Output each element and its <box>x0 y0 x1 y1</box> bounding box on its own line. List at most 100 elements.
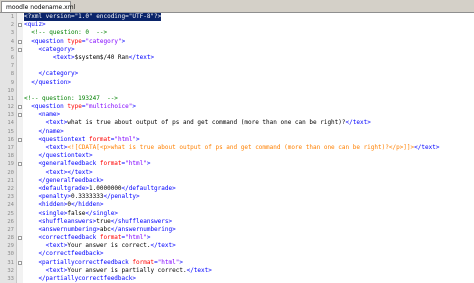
line-number: 15 <box>7 128 14 135</box>
code-text: <text>Your answer is correct.</text> <box>24 242 176 250</box>
code-line[interactable]: 21 </generalfeedback> <box>0 177 474 185</box>
code-line[interactable]: 18 </questiontext> <box>0 152 474 160</box>
code-line[interactable]: 19 <generalfeedback format="html"> <box>0 160 474 168</box>
fold-toggle-icon[interactable] <box>18 47 22 52</box>
code-line[interactable]: 23 <penalty>0.3333333</penalty> <box>0 193 474 201</box>
code-line[interactable]: 17 <text><![CDATA[<p>what is true about … <box>0 144 474 152</box>
code-token: <question <box>24 103 68 111</box>
code-line[interactable]: 8 </category> <box>0 70 474 78</box>
code-line[interactable]: 5 <category> <box>0 46 474 54</box>
code-line[interactable]: 29 <text>Your answer is correct.</text> <box>0 242 474 250</box>
code-line[interactable]: 22 <defaultgrade>1.0000000</defaultgrade… <box>0 185 474 193</box>
code-line[interactable]: 3 <!-- question: 0 --> <box>0 29 474 37</box>
code-token: <text> <box>24 242 68 250</box>
code-line[interactable]: 20 <text></text> <box>0 169 474 177</box>
code-token: <text> <box>24 266 68 274</box>
code-token: format <box>99 234 122 242</box>
code-line[interactable]: 31 <partiallycorrectfeedback format="htm… <box>0 259 474 267</box>
code-token: format <box>99 160 122 168</box>
line-number: 10 <box>7 87 14 94</box>
fold-toggle-icon[interactable] <box>18 23 22 28</box>
code-line[interactable]: 10 <box>0 87 474 95</box>
code-line[interactable]: 14 <text>what is true about output of ps… <box>0 119 474 127</box>
code-token: $system$/40 Ran <box>74 53 129 61</box>
code-text: <penalty>0.3333333</penalty> <box>24 193 140 201</box>
line-number: 18 <box>7 153 14 160</box>
code-token: </hidden> <box>70 201 104 209</box>
code-line[interactable]: 15 </name> <box>0 128 474 136</box>
code-text: <text></text> <box>24 169 93 177</box>
fold-toggle-icon[interactable] <box>18 113 22 118</box>
code-text: <hidden>0</hidden> <box>24 201 104 209</box>
code-token: </correctfeedback> <box>24 250 104 258</box>
line-number: 13 <box>7 112 14 119</box>
code-line[interactable]: 16 <questiontext format="html"> <box>0 136 474 144</box>
fold-toggle-icon[interactable] <box>18 162 22 167</box>
fold-toggle-icon[interactable] <box>18 236 22 241</box>
code-token: > <box>179 258 183 266</box>
code-line[interactable]: 12 <question type="multichoice"> <box>0 103 474 111</box>
code-token: <!-- question: 0 --> <box>24 29 108 37</box>
code-text: <!-- question: 0 --> <box>24 29 107 37</box>
fold-toggle-icon[interactable] <box>18 39 22 44</box>
code-line[interactable]: 6 <text>$system$/40 Ran</text> <box>0 54 474 62</box>
code-token: > <box>136 135 140 143</box>
code-token: </text> <box>128 53 155 61</box>
code-line[interactable]: 1 <?xml version="1.0" encoding="UTF-8"?> <box>0 13 474 22</box>
code-line[interactable]: 25 <single>false</single> <box>0 210 474 218</box>
code-token: > <box>146 234 151 242</box>
code-token: <?xml version="1.0" encoding="UTF-8"?> <box>24 13 162 20</box>
code-token: <text> <box>24 119 68 127</box>
code-line[interactable]: 27 <answernumbering>abc</answernumbering… <box>0 226 474 234</box>
code-text: <quiz> <box>24 21 46 29</box>
code-text: </name> <box>24 128 63 136</box>
file-tab[interactable]: moodle nodename.xml <box>1 1 75 12</box>
code-line[interactable]: 24 <hidden>0</hidden> <box>0 201 474 209</box>
line-number: 11 <box>7 95 14 102</box>
code-token: <defaultgrade> <box>24 184 90 192</box>
code-line[interactable]: 11 <!-- question: 193247 --> <box>0 95 474 103</box>
code-token: </penalty> <box>103 193 140 201</box>
code-token: "category" <box>85 37 122 45</box>
fold-toggle-icon[interactable] <box>18 105 22 110</box>
code-line[interactable]: 7 <box>0 62 474 70</box>
tab-label: moodle nodename.xml <box>6 3 76 11</box>
line-number: 24 <box>7 202 14 209</box>
code-token: </questiontext> <box>24 152 93 160</box>
code-text: <answernumbering>abc</answernumbering> <box>24 226 175 234</box>
code-token: <text> <box>24 53 75 61</box>
code-token: </text> <box>414 144 440 151</box>
code-text: <single>false</single> <box>24 210 118 218</box>
line-number: 32 <box>7 267 14 274</box>
code-editor[interactable]: 1 <?xml version="1.0" encoding="UTF-8"?> 2… <box>0 13 474 283</box>
code-line[interactable]: 4 <question type="category"> <box>0 38 474 46</box>
code-line[interactable]: 32 <text>Your answer is partially correc… <box>0 267 474 275</box>
code-token: format <box>89 135 111 143</box>
code-text: <generalfeedback format="html"> <box>24 160 150 168</box>
code-line[interactable]: 33 </partiallycorrectfeedback> <box>0 275 474 283</box>
code-line[interactable]: 28 <correctfeedback format="html"> <box>0 234 474 242</box>
code-line[interactable]: 2 <quiz> <box>0 21 474 29</box>
line-number: 30 <box>7 251 14 258</box>
fold-toggle-icon[interactable] <box>18 260 22 265</box>
code-token: </question> <box>24 78 71 86</box>
code-token: "multichoice" <box>85 103 133 111</box>
code-line[interactable]: 9 </question> <box>0 79 474 87</box>
code-line[interactable]: 13 <name> <box>0 111 474 119</box>
code-lines: 1 <?xml version="1.0" encoding="UTF-8"?> 2… <box>0 13 474 283</box>
code-text: </partiallycorrectfeedback> <box>24 275 136 283</box>
fold-toggle-icon[interactable] <box>18 137 22 142</box>
code-token: Your answer is correct. <box>67 242 151 250</box>
line-number: 23 <box>7 194 14 201</box>
code-token: </text> <box>150 242 176 250</box>
line-number: 5 <box>10 46 14 53</box>
code-text: </category> <box>24 70 78 78</box>
code-token: false <box>67 209 86 217</box>
code-token: true <box>96 217 111 225</box>
code-line[interactable]: 30 </correctfeedback> <box>0 250 474 258</box>
line-number: 9 <box>10 79 14 86</box>
line-number: 6 <box>10 54 14 61</box>
line-number: 28 <box>7 235 14 242</box>
code-text: <question type="category"> <box>24 38 125 46</box>
code-line[interactable]: 26 <shuffleanswers>true</shuffleanswers> <box>0 218 474 226</box>
